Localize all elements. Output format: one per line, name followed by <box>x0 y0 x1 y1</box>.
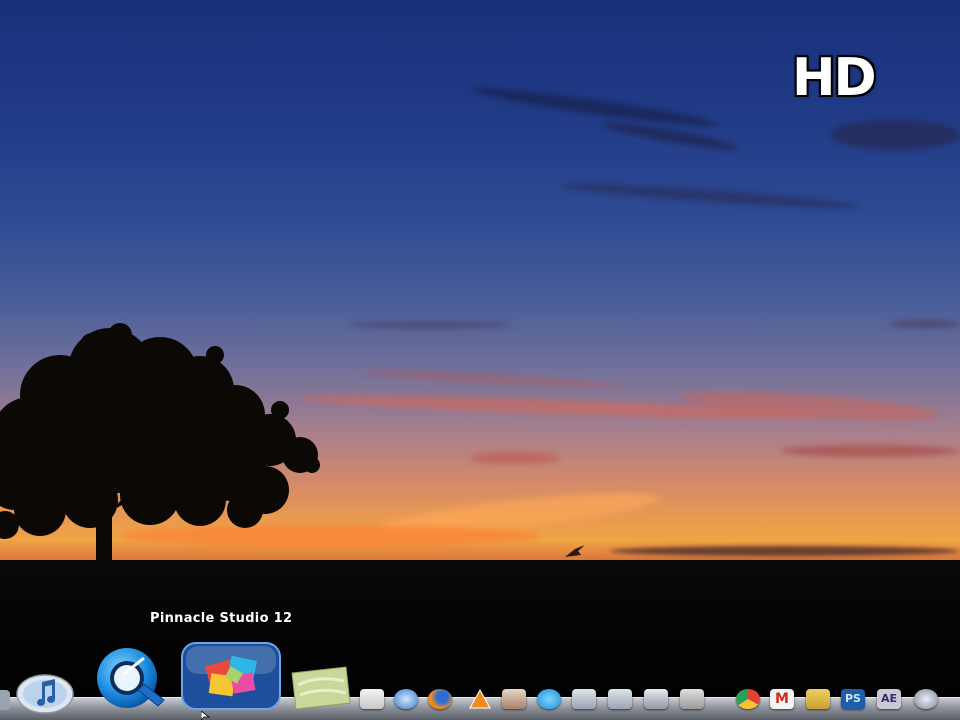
notes-icon <box>291 666 351 710</box>
mouse-cursor-icon <box>201 711 211 720</box>
firefox-icon[interactable] <box>428 689 452 709</box>
tree-silhouette <box>0 323 320 567</box>
system-icon[interactable] <box>914 689 938 709</box>
hd-badge: HD <box>792 48 877 108</box>
folder-icon-2[interactable] <box>608 689 632 709</box>
finder-icon[interactable] <box>644 689 668 709</box>
mail-icon[interactable] <box>502 689 526 709</box>
photoshop-icon[interactable]: PS <box>841 689 865 709</box>
gmail-icon[interactable]: M <box>770 689 794 709</box>
dock-item-quicktime[interactable] <box>84 644 174 714</box>
calendar-icon[interactable] <box>360 689 384 709</box>
cloud-streak <box>830 120 960 150</box>
desktop-wallpaper: HD Pinnacle Studio 12 M PS AE <box>0 0 960 720</box>
stack-icon[interactable] <box>806 689 830 709</box>
dock-item-notes[interactable] <box>288 665 352 711</box>
cloud-streak <box>780 445 960 457</box>
cloud-streak <box>359 368 621 390</box>
cloud-streak <box>610 546 960 556</box>
cloud-streak <box>890 320 960 328</box>
cloud-streak <box>679 385 941 427</box>
skype-icon[interactable] <box>537 689 561 709</box>
folder-icon[interactable] <box>572 689 596 709</box>
cloud-streak <box>470 452 560 464</box>
partial-app-icon[interactable] <box>0 690 10 710</box>
quicktime-icon <box>97 648 165 708</box>
cloud-streak <box>470 82 720 132</box>
after-effects-icon[interactable]: AE <box>877 689 901 709</box>
vlc-icon[interactable] <box>468 688 492 709</box>
cloud-streak <box>559 179 861 213</box>
bird-silhouette <box>565 545 585 557</box>
itunes-icon <box>16 674 74 714</box>
dock-tooltip-label: Pinnacle Studio 12 <box>150 611 293 626</box>
dock-item-itunes[interactable] <box>15 670 75 714</box>
cloud-streak <box>600 117 740 155</box>
cloud-streak <box>350 322 510 328</box>
chrome-icon[interactable] <box>736 689 760 709</box>
tools-icon[interactable] <box>680 689 704 709</box>
safari-icon[interactable] <box>394 689 418 709</box>
dock-item-pinnacle-studio[interactable] <box>180 640 282 712</box>
pinnacle-studio-icon <box>181 642 281 710</box>
